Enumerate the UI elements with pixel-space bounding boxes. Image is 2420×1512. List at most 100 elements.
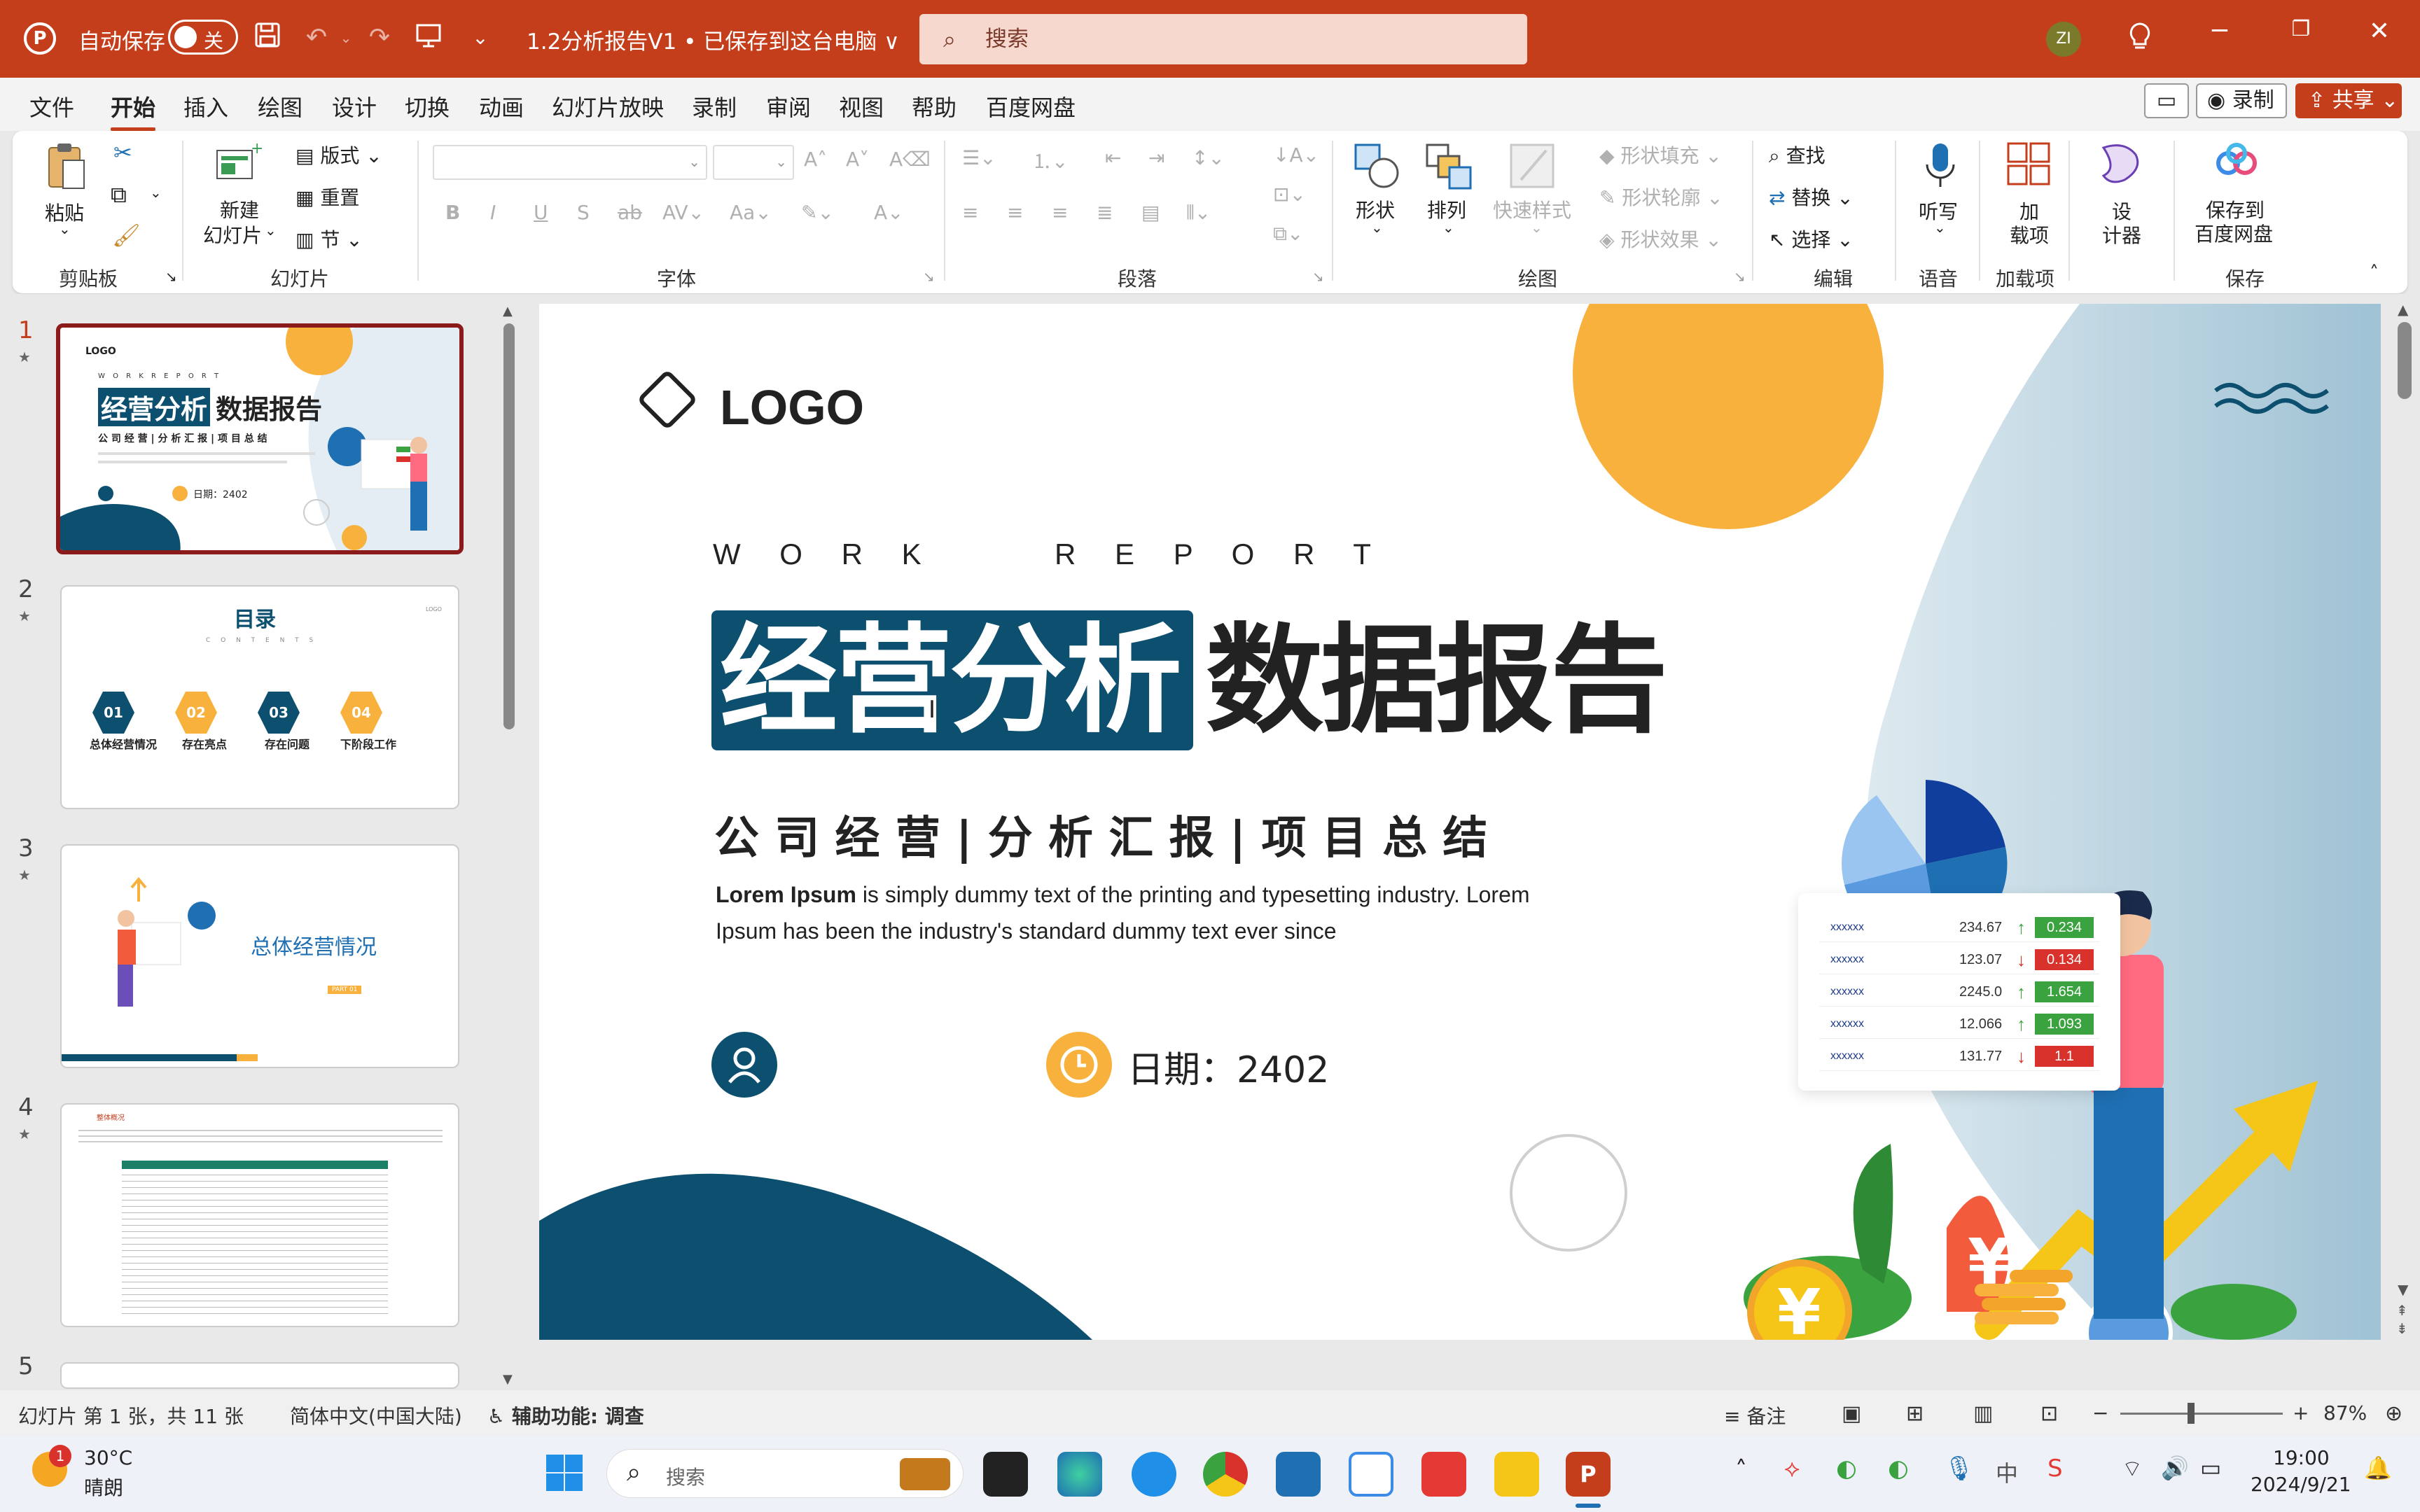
tab-baidu[interactable]: 百度网盘 xyxy=(986,90,1076,122)
windows-start-icon[interactable] xyxy=(545,1453,584,1492)
share-button[interactable]: ⇪ 共享 ⌄ xyxy=(2295,83,2402,118)
clock-date[interactable]: 2024/9/21 xyxy=(2251,1473,2351,1496)
text-direction-icon[interactable]: ↓A⌄ xyxy=(1273,144,1319,167)
font-launcher-icon[interactable]: ↘ xyxy=(923,268,935,285)
autosave-toggle[interactable]: 关 xyxy=(168,20,238,55)
columns-icon[interactable]: ⫴⌄ xyxy=(1186,201,1211,225)
arrange-dropdown-icon[interactable]: ⌄ xyxy=(1442,219,1454,236)
notes-button[interactable]: ≡ 备注 xyxy=(1724,1401,1786,1429)
tab-design[interactable]: 设计 xyxy=(332,90,377,122)
tab-record[interactable]: 录制 xyxy=(692,90,737,122)
drawing-launcher-icon[interactable]: ↘ xyxy=(1734,268,1746,285)
replace-button[interactable]: ⇄ 替换 ⌄ xyxy=(1769,183,1854,211)
addins-label2[interactable]: 载项 xyxy=(2010,220,2049,248)
slide-subtitle[interactable]: 公 司 经 营 | 分 析 汇 报 | 项 目 总 结 xyxy=(714,802,1487,867)
scroll-down-icon[interactable]: ▼ xyxy=(503,1372,513,1387)
ime-indicator[interactable]: 中 xyxy=(1996,1456,2018,1488)
quick-styles-icon[interactable] xyxy=(1507,141,1559,192)
clock-time[interactable]: 19:00 xyxy=(2273,1446,2330,1469)
baidu-cloud-icon[interactable] xyxy=(2213,142,2262,184)
find-button[interactable]: ⌕ 查找 xyxy=(1769,141,1826,169)
battery-icon[interactable]: ▭ xyxy=(2200,1455,2221,1481)
user-icon[interactable] xyxy=(711,1032,777,1098)
restore-icon[interactable]: ❐ xyxy=(2280,17,2322,41)
slide-body-text[interactable]: Lorem Ipsum is simply dummy text of the … xyxy=(716,876,1530,949)
decrease-indent-icon[interactable]: ⇤ xyxy=(1105,146,1121,169)
zoom-level[interactable]: 87% xyxy=(2323,1401,2367,1424)
slideshow-icon[interactable]: ⊡ xyxy=(2040,1401,2058,1426)
comments-button[interactable]: ▭ xyxy=(2144,83,2189,118)
scrollbar-thumb[interactable] xyxy=(503,323,515,729)
avatar[interactable]: ZI xyxy=(2046,22,2081,57)
bold-icon[interactable]: B xyxy=(445,201,460,224)
scroll-up-icon[interactable]: ▲ xyxy=(2398,301,2408,318)
align-center-icon[interactable]: ≡ xyxy=(1007,201,1023,224)
quick-styles-dropdown-icon[interactable]: ⌄ xyxy=(1531,219,1543,236)
undo-icon[interactable]: ↶ xyxy=(300,21,333,55)
document-title[interactable]: 1.2分析报告V1 • 已保存到这台电脑 ∨ xyxy=(527,24,900,55)
reading-view-icon[interactable]: ▥ xyxy=(1973,1401,1993,1426)
italic-icon[interactable]: I xyxy=(490,201,496,224)
tab-insert[interactable]: 插入 xyxy=(183,90,228,122)
new-slide-dropdown-icon[interactable]: ⌄ xyxy=(265,222,277,239)
scroll-up-icon[interactable]: ▲ xyxy=(503,304,513,318)
clipboard-launcher-icon[interactable]: ↘ xyxy=(165,268,177,285)
title-highlight[interactable]: 经营分析 xyxy=(720,610,1182,750)
select-button[interactable]: ↖ 选择 ⌄ xyxy=(1769,225,1854,253)
fit-slide-icon[interactable]: ⊕ xyxy=(2385,1401,2402,1426)
microphone-icon[interactable]: 🎙 xyxy=(1944,1455,1974,1483)
slide-scrollbar[interactable]: ▲ ▼ ⇞ ⇟ xyxy=(2393,301,2416,1337)
zoom-slider[interactable] xyxy=(2120,1413,2283,1415)
close-icon[interactable]: ✕ xyxy=(2358,17,2400,46)
volume-icon[interactable]: 🔊 xyxy=(2161,1455,2189,1481)
tab-transitions[interactable]: 切换 xyxy=(405,90,450,122)
scrollbar-thumb[interactable] xyxy=(2398,322,2412,399)
acrobat-tray-icon[interactable]: ⟡ xyxy=(1784,1455,1800,1483)
arrange-icon[interactable] xyxy=(1423,141,1475,192)
shrink-font-icon[interactable]: A˅ xyxy=(846,148,869,171)
wifi-icon[interactable]: ⌔ xyxy=(2122,1455,2143,1483)
align-right-icon[interactable]: ≡ xyxy=(1052,201,1068,224)
baidu-netdisk-icon[interactable] xyxy=(1349,1452,1393,1497)
char-spacing-icon[interactable]: AV⌄ xyxy=(662,201,704,224)
line-spacing-icon[interactable]: ↕⌄ xyxy=(1192,146,1225,169)
designer-icon[interactable] xyxy=(2096,141,2143,187)
sogou-icon[interactable]: S xyxy=(2047,1455,2063,1483)
scroll-down-icon[interactable]: ▼ xyxy=(2398,1281,2408,1298)
acrobat-icon[interactable] xyxy=(1421,1452,1466,1497)
zoom-in-icon[interactable]: + xyxy=(2293,1401,2309,1424)
work-report-caption[interactable]: W O R K R E P O R T xyxy=(713,538,1386,571)
shadow-icon[interactable]: S xyxy=(577,201,590,224)
reset-button[interactable]: ▦ 重置 xyxy=(295,183,359,211)
microphone-icon[interactable] xyxy=(1923,141,1958,192)
notification-bell-icon[interactable]: 🔔 xyxy=(2364,1455,2392,1481)
clock-icon[interactable] xyxy=(1046,1032,1112,1098)
paste-icon[interactable] xyxy=(45,141,87,191)
slide-logo-text[interactable]: LOGO xyxy=(720,379,864,435)
weather-desc[interactable]: 晴朗 xyxy=(84,1473,123,1501)
main-slide[interactable]: LOGO W O R K R E P O R T 经营分析 数据报告 I 公 司… xyxy=(539,304,2381,1340)
zoom-out-icon[interactable]: − xyxy=(2092,1401,2108,1424)
accessibility-button[interactable]: ♿ 辅助功能: 调查 xyxy=(487,1401,644,1429)
slide-thumbnail-5[interactable] xyxy=(60,1362,459,1389)
zoom-slider-thumb[interactable] xyxy=(2188,1403,2195,1424)
weather-temp[interactable]: 30°C xyxy=(84,1446,132,1469)
designer-label2[interactable]: 计器 xyxy=(2102,220,2141,248)
underline-icon[interactable]: U xyxy=(534,201,548,224)
file-explorer-icon[interactable] xyxy=(1494,1452,1539,1497)
clear-format-icon[interactable]: A⌫ xyxy=(889,148,931,171)
justify-icon[interactable]: ≣ xyxy=(1097,201,1113,224)
thumbnails-scrollbar[interactable]: ▲ ▼ xyxy=(501,304,517,1387)
tab-animations[interactable]: 动画 xyxy=(479,90,524,122)
slide-thumbnail-4[interactable]: 整体概况 xyxy=(60,1103,459,1327)
wechat-icon[interactable]: ◐ xyxy=(1836,1455,1857,1483)
collapse-ribbon-icon[interactable]: ˄ xyxy=(2370,262,2379,284)
shape-outline-button[interactable]: ✎ 形状轮廓 ⌄ xyxy=(1599,183,1723,211)
tab-file[interactable]: 文件 xyxy=(29,90,74,122)
copy-dropdown-icon[interactable]: ⌄ xyxy=(150,184,162,201)
minimize-icon[interactable]: ─ xyxy=(2199,17,2241,46)
font-color-icon[interactable]: A⌄ xyxy=(874,201,904,224)
grow-font-icon[interactable]: A˄ xyxy=(804,148,827,171)
shape-effects-button[interactable]: ◈ 形状效果 ⌄ xyxy=(1599,225,1722,253)
present-icon[interactable] xyxy=(412,21,445,55)
